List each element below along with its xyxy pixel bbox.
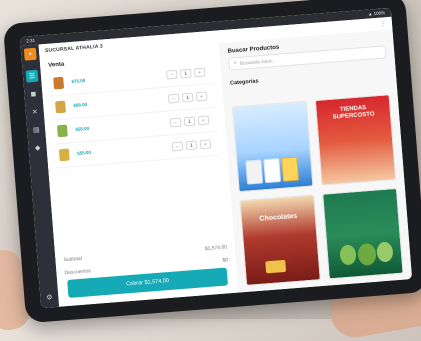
product-price: $58.00 — [75, 125, 90, 132]
increment-button[interactable]: + — [195, 91, 208, 102]
increment-button[interactable]: + — [199, 139, 212, 150]
category-label: TIENDAS SUPERCOSTO — [332, 105, 375, 121]
product-image — [55, 100, 66, 114]
subtotal-value: $1,574.00 — [204, 244, 228, 253]
tablet-frame: 2:31 ▲ 100% ♦ ☰ ◼ ✕ ▤ ◆ ⚙ SUCURSAL ATHAL… — [2, 0, 421, 324]
products-icon[interactable]: ✕ — [28, 106, 41, 119]
discount-value: $0 — [222, 257, 229, 264]
search-placeholder: Buscando stock... — [239, 58, 276, 66]
reports-icon[interactable]: ◆ — [31, 141, 44, 154]
discount-label: Descuentos — [64, 268, 92, 277]
product-price: $55.00 — [77, 149, 92, 156]
orders-icon[interactable]: ▤ — [30, 124, 43, 137]
category-card[interactable] — [322, 187, 404, 280]
quantity-stepper[interactable]: − 1 + — [167, 91, 208, 104]
product-image — [56, 124, 68, 138]
search-icon: ⌕ — [233, 60, 238, 67]
decrement-button[interactable]: − — [165, 69, 178, 80]
catalog-panel: Buscar Productos ⌕ Buscando stock... Cat… — [219, 29, 413, 293]
increment-button[interactable]: + — [193, 67, 206, 78]
status-time: 2:31 — [26, 37, 36, 44]
store-title: SUCURSAL ATHALIA 3 — [44, 42, 104, 54]
menu-icon[interactable]: ☰ — [25, 69, 39, 83]
decrement-button[interactable]: − — [167, 93, 180, 104]
avocado — [339, 244, 357, 266]
avocado — [357, 242, 377, 267]
quantity-stepper[interactable]: − 1 + — [169, 115, 210, 128]
product-box — [281, 156, 300, 182]
chocolate-box — [265, 259, 287, 274]
quantity-stepper[interactable]: − 1 + — [165, 67, 206, 80]
quantity-stepper[interactable]: − 1 + — [171, 139, 212, 152]
tablet-screen: 2:31 ▲ 100% ♦ ☰ ◼ ✕ ▤ ◆ ⚙ SUCURSAL ATHAL… — [19, 7, 413, 309]
product-image — [53, 76, 65, 90]
quantity-value: 1 — [183, 116, 196, 127]
quantity-value: 1 — [185, 140, 198, 151]
more-icon[interactable]: ⋮ — [380, 20, 386, 27]
cart-icon[interactable]: ◼ — [27, 88, 40, 101]
settings-icon[interactable]: ⚙ — [46, 293, 53, 301]
status-right: ▲ 100% — [367, 10, 386, 17]
decrement-button[interactable]: − — [169, 117, 182, 128]
avocado — [376, 241, 394, 263]
cart-panel: Venta $75.00 − 1 + $88.00 − 1 + $58.00 −… — [39, 43, 240, 307]
product-box — [245, 159, 264, 185]
brand-logo: ♦ — [23, 47, 37, 61]
decrement-button[interactable]: − — [171, 141, 184, 152]
quantity-value: 1 — [181, 92, 194, 103]
category-card[interactable] — [232, 100, 314, 193]
category-grid: TIENDAS SUPERCOSTO Chocolates — [232, 94, 404, 286]
product-price: $75.00 — [71, 77, 86, 85]
categories-title: Categorías — [229, 78, 259, 87]
category-card[interactable]: TIENDAS SUPERCOSTO — [314, 94, 397, 186]
product-box — [263, 158, 282, 184]
quantity-value: 1 — [179, 68, 192, 79]
category-card[interactable]: Chocolates — [239, 194, 321, 286]
increment-button[interactable]: + — [197, 115, 210, 126]
product-image — [58, 148, 70, 162]
category-label: Chocolates — [259, 212, 298, 223]
product-price: $88.00 — [73, 101, 88, 108]
subtotal-label: Subtotal — [63, 255, 83, 264]
